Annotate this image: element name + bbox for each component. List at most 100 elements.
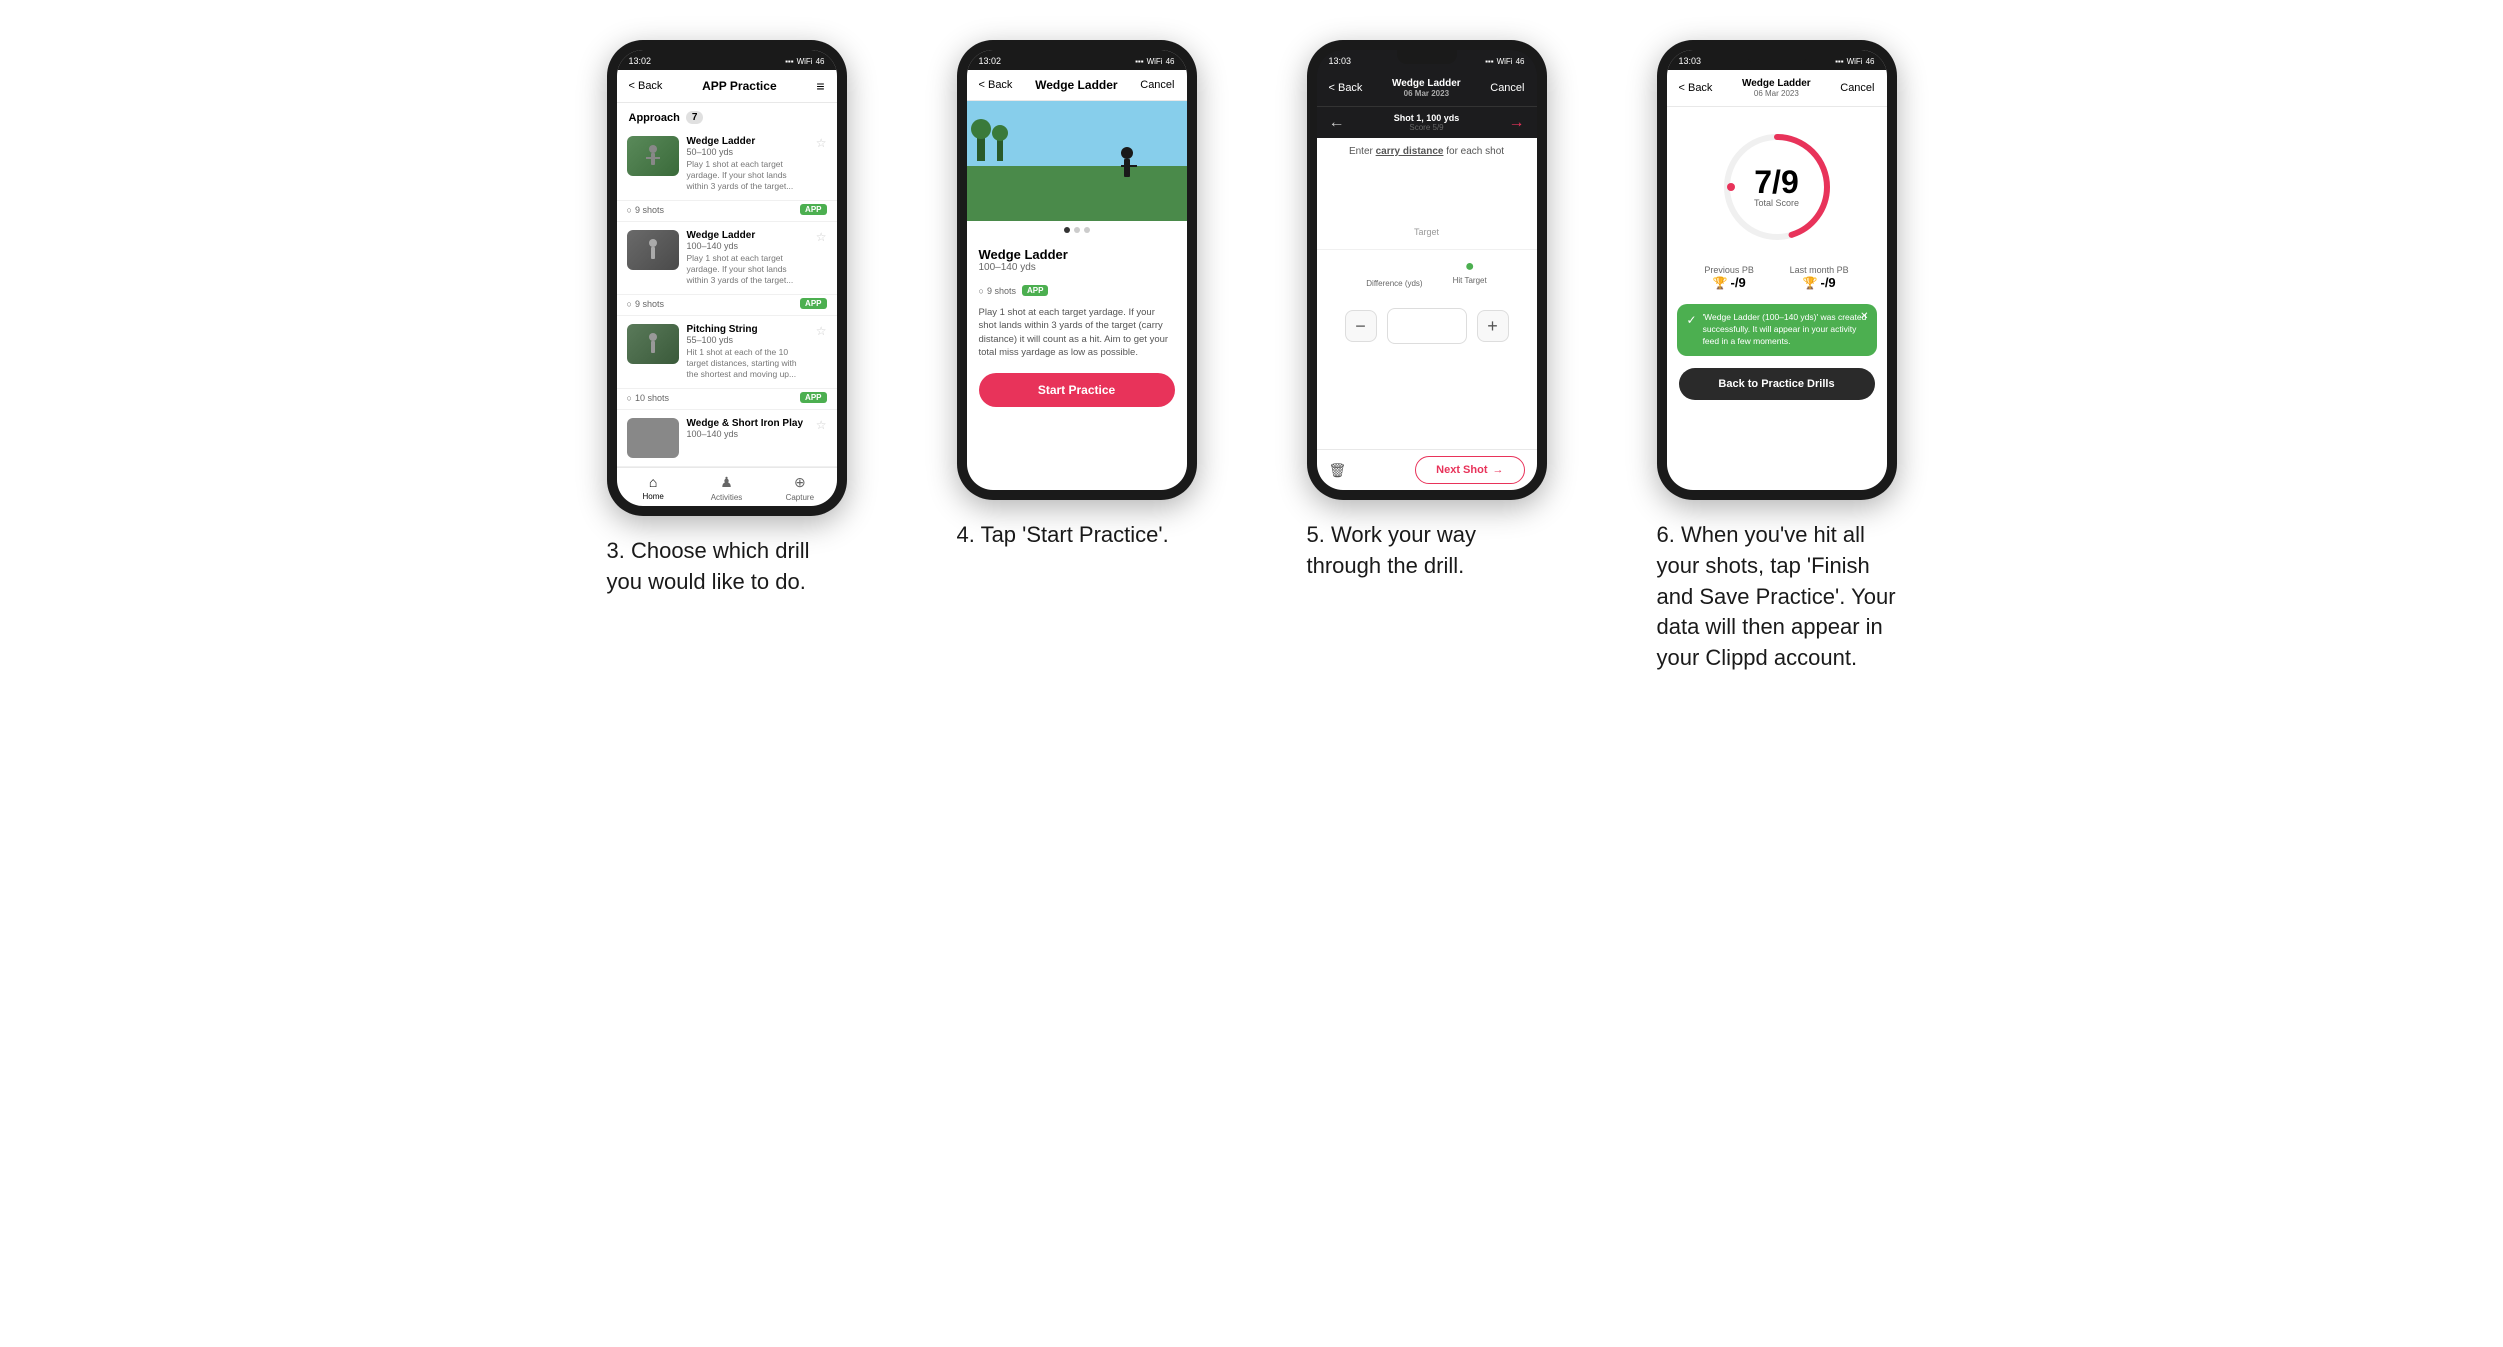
phone-frame-3: 13:03 ▪▪▪ WiFi 46 < Back Wedge Ladder 06… (1307, 40, 1547, 500)
drill-yds-1: 50–100 yds (687, 147, 808, 157)
star-icon-3[interactable]: ☆ (816, 324, 827, 338)
detail-desc-2: Play 1 shot at each target yardage. If y… (967, 300, 1187, 365)
clock-icon-3: ○ (627, 393, 632, 403)
capture-icon: ⊕ (794, 474, 806, 491)
drill-meta-3: ○ 10 shots APP (617, 389, 837, 410)
signal-icon: ▪▪▪ (785, 57, 794, 66)
score-label: Total Score (1754, 198, 1799, 208)
last-month-pb: Last month PB 🏆 -/9 (1790, 265, 1849, 290)
back-button-4[interactable]: < Back (1679, 82, 1713, 94)
trash-icon[interactable]: 🗑 (1329, 462, 1347, 479)
phone-screen-2: 13:02 ▪▪▪ WiFi 46 < Back Wedge Ladder Ca… (967, 50, 1187, 490)
dot-3 (1084, 227, 1090, 233)
phone-section-4: 13:03 ▪▪▪ WiFi 46 < Back Wedge Ladder 06… (1617, 40, 1937, 674)
time-4: 13:03 (1679, 56, 1702, 66)
caption-3: 5. Work your way through the drill. (1307, 520, 1547, 582)
difference-value: 3 (1366, 258, 1422, 279)
phone-screen-4: 13:03 ▪▪▪ WiFi 46 < Back Wedge Ladder 06… (1667, 50, 1887, 490)
drill-item-4[interactable]: Wedge & Short Iron Play 100–140 yds ☆ (617, 410, 837, 467)
nav-title-4: Wedge Ladder 06 Mar 2023 (1742, 78, 1811, 98)
notch-2 (1047, 50, 1107, 64)
phone-frame-2: 13:02 ▪▪▪ WiFi 46 < Back Wedge Ladder Ca… (957, 40, 1197, 500)
drill-item-2[interactable]: Wedge Ladder 100–140 yds Play 1 shot at … (617, 222, 837, 295)
drill-item-3[interactable]: Pitching String 55–100 yds Hit 1 shot at… (617, 316, 837, 389)
back-button-3[interactable]: < Back (1329, 82, 1363, 94)
section-header-1: Approach 7 (617, 103, 837, 128)
tab-home[interactable]: ⌂ Home (617, 474, 690, 502)
detail-shots-2: ○ 9 shots (979, 286, 1016, 296)
clock-icon-detail: ○ (979, 286, 984, 296)
drill-thumb-4 (627, 418, 679, 458)
close-icon[interactable]: ✕ (1860, 310, 1868, 324)
drill-yds-3: 55–100 yds (687, 335, 808, 345)
drill-info-1: Wedge Ladder 50–100 yds Play 1 shot at e… (687, 136, 808, 192)
drill-name-2: Wedge Ladder (687, 230, 808, 241)
drill-thumb-3 (627, 324, 679, 364)
next-shot-button[interactable]: Next Shot → (1415, 456, 1524, 484)
shot-stats: 3 Difference (yds) ● Hit Target (1317, 249, 1537, 296)
dot-2 (1074, 227, 1080, 233)
time-1: 13:02 (629, 56, 652, 66)
phone-screen-3: 13:03 ▪▪▪ WiFi 46 < Back Wedge Ladder 06… (1317, 50, 1537, 490)
increment-button[interactable]: + (1477, 310, 1509, 342)
drill-item-1[interactable]: Wedge Ladder 50–100 yds Play 1 shot at e… (617, 128, 837, 201)
cancel-button-2[interactable]: Cancel (1140, 79, 1174, 91)
star-icon-1[interactable]: ☆ (816, 136, 827, 150)
decrement-button[interactable]: − (1345, 310, 1377, 342)
shot-content: Enter carry distance for each shot 100 y… (1317, 138, 1537, 490)
back-drills-button[interactable]: Back to Practice Drills (1679, 368, 1875, 400)
detail-badge-2: APP (1022, 285, 1048, 296)
last-month-pb-value: 🏆 -/9 (1790, 275, 1849, 290)
target-unit: yds (1455, 203, 1479, 219)
phone-section-2: 13:02 ▪▪▪ WiFi 46 < Back Wedge Ladder Ca… (917, 40, 1237, 674)
menu-icon-1[interactable]: ≡ (816, 78, 824, 94)
input-display[interactable]: 103 (1387, 308, 1467, 344)
drill-detail-2: Wedge Ladder 100–140 yds (967, 239, 1187, 281)
tab-activities[interactable]: ♟ Activities (690, 474, 763, 502)
wifi-icon: WiFi (797, 57, 813, 66)
start-practice-button[interactable]: Start Practice (979, 373, 1175, 407)
next-arrow[interactable]: → (1509, 114, 1525, 132)
back-button-2[interactable]: < Back (979, 79, 1013, 91)
star-icon-2[interactable]: ☆ (816, 230, 827, 244)
image-dots-2 (967, 221, 1187, 239)
cancel-button-4[interactable]: Cancel (1840, 82, 1874, 94)
drill-desc-2: Play 1 shot at each target yardage. If y… (687, 253, 808, 286)
caption-4: 6. When you've hit all your shots, tap '… (1657, 520, 1897, 674)
target-yds-display: 100 yds (1317, 161, 1537, 227)
score-circle-container: 7/9 Total Score (1667, 107, 1887, 257)
difference-label: Difference (yds) (1366, 279, 1422, 288)
notch-4 (1747, 50, 1807, 64)
app-badge-1: APP (800, 204, 826, 215)
last-month-pb-label: Last month PB (1790, 265, 1849, 275)
nav-title-1: APP Practice (702, 79, 777, 93)
detail-meta-2: ○ 9 shots APP (967, 281, 1187, 300)
app-badge-3: APP (800, 392, 826, 403)
notch-3 (1397, 50, 1457, 64)
notch-1 (697, 50, 757, 64)
drill-image-2 (967, 101, 1187, 221)
drill-thumb-2 (627, 230, 679, 270)
drill-yds-2: 100–140 yds (687, 241, 808, 251)
back-button-1[interactable]: < Back (629, 80, 663, 92)
hit-target-icon: ● (1453, 258, 1487, 276)
trophy-icon-2: 🏆 (1803, 276, 1818, 290)
drill-info-3: Pitching String 55–100 yds Hit 1 shot at… (687, 324, 808, 380)
previous-pb-value: 🏆 -/9 (1704, 275, 1754, 290)
tab-home-label: Home (642, 492, 663, 501)
cancel-button-3[interactable]: Cancel (1490, 82, 1524, 94)
section-label: Approach (629, 112, 680, 124)
page-container: 13:02 ▪▪▪ WiFi 46 < Back APP Practice ≡ … (552, 40, 1952, 674)
time-3: 13:03 (1329, 56, 1352, 66)
status-icons-1: ▪▪▪ WiFi 46 (785, 57, 824, 66)
caption-2: 4. Tap 'Start Practice'. (957, 520, 1197, 551)
tab-capture[interactable]: ⊕ Capture (763, 474, 836, 502)
tab-capture-label: Capture (786, 493, 814, 502)
drill-detail-yds-2: 100–140 yds (979, 262, 1175, 273)
prev-arrow[interactable]: ← (1329, 114, 1345, 132)
bottom-tabs-1: ⌂ Home ♟ Activities ⊕ Capture (617, 467, 837, 506)
star-icon-4[interactable]: ☆ (816, 418, 827, 432)
shots-info-1: ○ 9 shots (627, 205, 664, 215)
drill-name-1: Wedge Ladder (687, 136, 808, 147)
shot-title: Shot 1, 100 yds (1394, 113, 1460, 123)
